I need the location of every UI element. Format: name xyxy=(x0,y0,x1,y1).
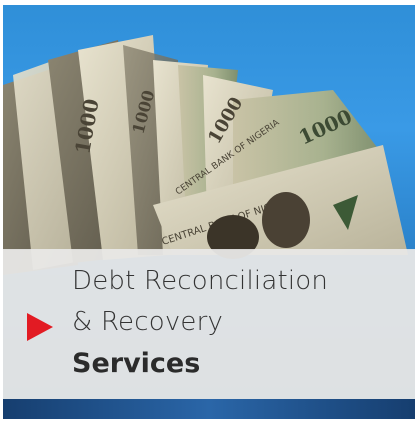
title-line-3: Services xyxy=(72,348,201,379)
play-arrow-icon xyxy=(27,313,53,341)
title-line-2: & Recovery xyxy=(72,307,224,337)
photo-bottom-strip xyxy=(3,399,415,419)
title-line-1: Debt Reconciliation xyxy=(72,266,329,296)
service-card[interactable]: 1000 1000 1000 1000 CENTRAL BANK OF NIGE… xyxy=(0,0,419,421)
